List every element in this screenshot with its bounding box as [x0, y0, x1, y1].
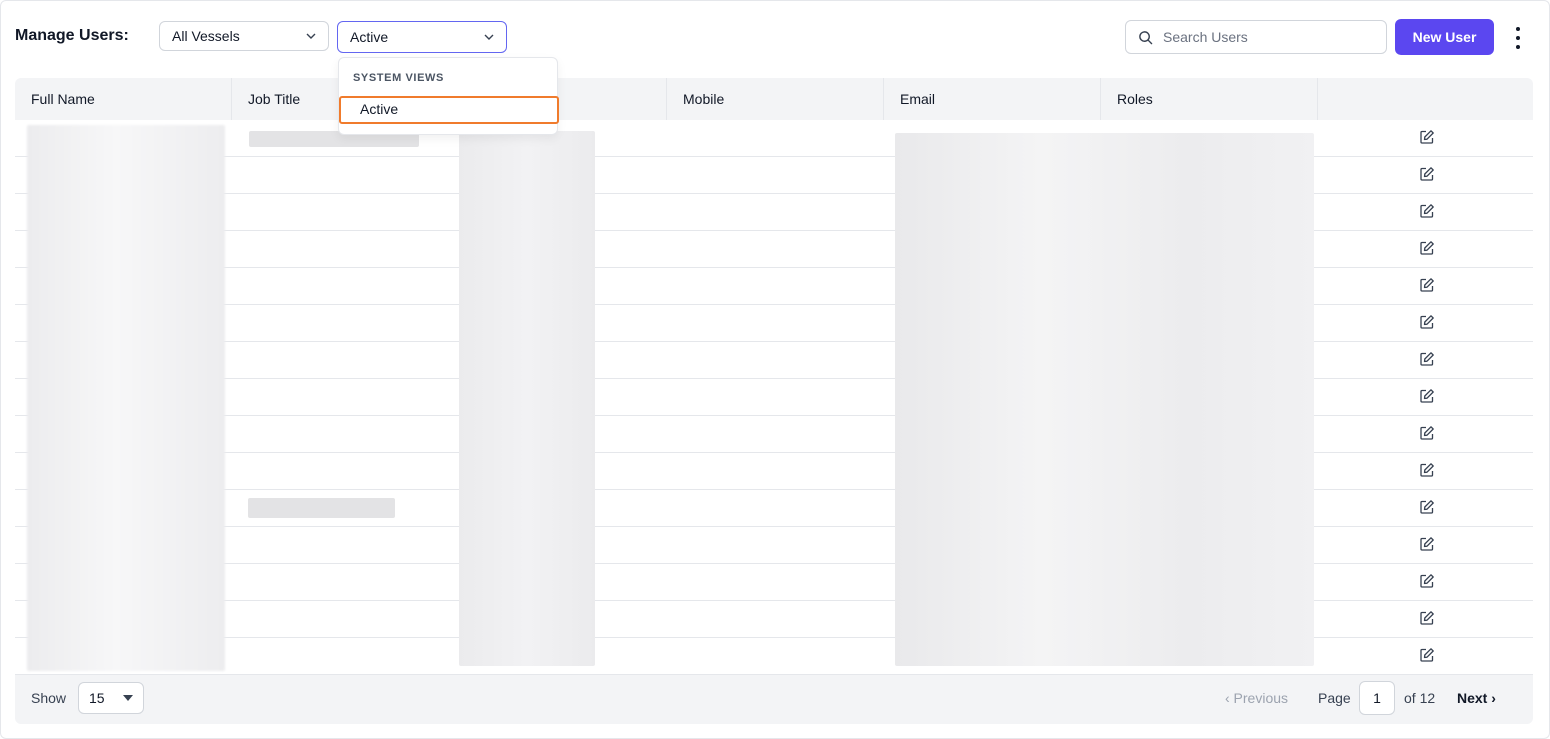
page-number-input[interactable]: 1	[1359, 681, 1395, 715]
edit-icon[interactable]	[1419, 536, 1435, 552]
search-box[interactable]	[1125, 20, 1387, 54]
table-footer: Show 15 ‹ Previous Page 1 of 12 Next ›	[15, 675, 1533, 724]
edit-icon[interactable]	[1419, 499, 1435, 515]
column-header-full-name[interactable]: Full Name	[15, 78, 232, 120]
redacted-job-title	[248, 498, 395, 518]
page-title: Manage Users:	[15, 27, 129, 44]
search-icon	[1138, 30, 1153, 45]
edit-icon[interactable]	[1419, 425, 1435, 441]
column-header-actions	[1318, 78, 1533, 120]
status-dropdown-menu: SYSTEM VIEWS Active	[338, 57, 559, 135]
column-header-mobile[interactable]: Mobile	[667, 78, 884, 120]
page-total: of 12	[1404, 690, 1436, 706]
next-button[interactable]: Next ›	[1457, 690, 1496, 706]
edit-icon[interactable]	[1419, 388, 1435, 404]
page-size-select[interactable]: 15	[78, 682, 144, 714]
table-header: Full Name Job Title Mobile Email Roles	[15, 78, 1533, 120]
chevron-down-icon	[306, 31, 316, 41]
show-label: Show	[31, 690, 67, 706]
page-label: Page	[1318, 690, 1351, 706]
previous-button[interactable]: ‹ Previous	[1225, 690, 1288, 706]
vessel-filter-value: All Vessels	[172, 28, 240, 44]
more-options-icon[interactable]	[1508, 27, 1528, 49]
edit-icon[interactable]	[1419, 240, 1435, 256]
caret-down-icon	[123, 695, 133, 701]
edit-icon[interactable]	[1419, 314, 1435, 330]
edit-icon[interactable]	[1419, 277, 1435, 293]
edit-icon[interactable]	[1419, 166, 1435, 182]
edit-icon[interactable]	[1419, 129, 1435, 145]
status-filter-value: Active	[350, 29, 389, 45]
redacted-full-names	[27, 125, 225, 671]
edit-icon[interactable]	[1419, 351, 1435, 367]
page-size-value: 15	[89, 690, 105, 706]
new-user-button[interactable]: New User	[1395, 19, 1494, 55]
dropdown-section-label: SYSTEM VIEWS	[353, 72, 444, 84]
edit-icon[interactable]	[1419, 610, 1435, 626]
dropdown-item-active[interactable]: Active	[339, 96, 559, 124]
redacted-emails	[895, 133, 1314, 666]
status-filter-select[interactable]: Active	[337, 21, 507, 53]
column-header-email[interactable]: Email	[884, 78, 1101, 120]
edit-icon[interactable]	[1419, 647, 1435, 663]
edit-icon[interactable]	[1419, 462, 1435, 478]
edit-icon[interactable]	[1419, 573, 1435, 589]
vessel-filter-select[interactable]: All Vessels	[159, 21, 329, 51]
redacted-column	[459, 131, 595, 666]
edit-icon[interactable]	[1419, 203, 1435, 219]
chevron-down-icon	[484, 32, 494, 42]
search-input[interactable]	[1161, 28, 1365, 46]
column-header-roles[interactable]: Roles	[1101, 78, 1318, 120]
